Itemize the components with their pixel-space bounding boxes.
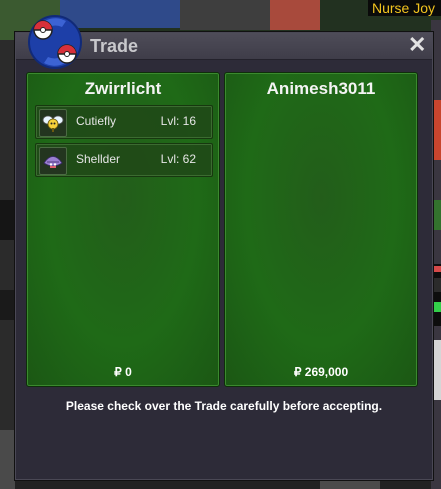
pokemon-level: Lvl: 62 — [160, 152, 196, 166]
trade-window: Trade ✕ Zwirrlicht Cutiefly Lvl: 16 Shel… — [15, 15, 433, 480]
right-trader-money: ₽ 269,000 — [293, 365, 349, 379]
right-trader-panel: Animesh3011 ₽ 269,000 — [224, 72, 418, 387]
left-trader-name: Zwirrlicht — [84, 79, 162, 98]
pokemon-level: Lvl: 16 — [160, 114, 196, 128]
shellder-sprite-icon — [39, 147, 67, 175]
trade-pokeball-icon — [26, 13, 84, 71]
left-trader-money: ₽ 0 — [114, 365, 132, 379]
trade-notice: Please check over the Trade carefully be… — [65, 399, 383, 413]
trade-pokemon-slot[interactable]: Cutiefly Lvl: 16 — [35, 105, 213, 139]
window-title: Trade — [90, 36, 139, 56]
cutiefly-sprite-icon — [39, 109, 67, 137]
npc-name-label: Nurse Joy — [367, 0, 441, 16]
close-icon[interactable]: ✕ — [408, 34, 426, 56]
pokemon-name: Shellder — [76, 152, 121, 166]
left-trader-panel: Zwirrlicht Cutiefly Lvl: 16 Shellder Lvl… — [26, 72, 220, 387]
right-trader-name: Animesh3011 — [266, 79, 376, 98]
trade-pokemon-slot[interactable]: Shellder Lvl: 62 — [35, 143, 213, 177]
pokemon-name: Cutiefly — [76, 114, 117, 128]
